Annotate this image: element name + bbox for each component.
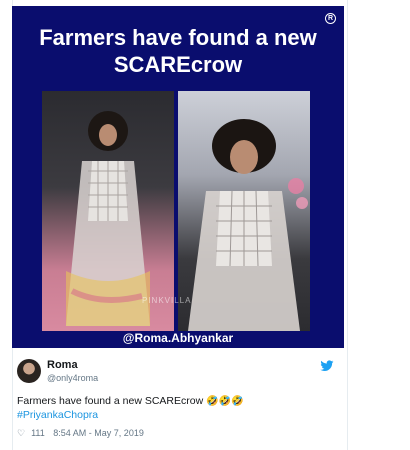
like-count[interactable]: 111 xyxy=(31,428,45,438)
rofl-emoji: 🤣🤣🤣 xyxy=(206,396,244,407)
meme-image[interactable]: R Farmers have found a new SCAREcrow PIN… xyxy=(12,6,344,348)
photo-left xyxy=(42,91,174,331)
tweet-body: Roma @only4roma Farmers have found a new… xyxy=(12,350,344,450)
hashtag-link[interactable]: #PriyankaChopra xyxy=(17,409,98,421)
tweet-meta: ♡ 111 8:54 AM - May 7, 2019 xyxy=(17,428,150,439)
author-name[interactable]: Roma xyxy=(47,359,78,371)
meme-title-line2: SCAREcrow xyxy=(113,52,243,77)
author-handle[interactable]: @only4roma xyxy=(47,373,98,383)
photo-right xyxy=(178,91,310,331)
tweet-text-content: Farmers have found a new SCAREcrow xyxy=(17,395,204,407)
meme-credit: @Roma.Abhyankar xyxy=(122,331,234,345)
watermark: PINKVILLA xyxy=(142,296,192,305)
tweet-text: Farmers have found a new SCAREcrow 🤣🤣🤣 xyxy=(17,395,243,407)
figure-left-illustration xyxy=(66,111,150,326)
timestamp[interactable]: 8:54 AM - May 7, 2019 xyxy=(53,428,144,438)
registered-mark-icon: R xyxy=(325,13,336,24)
heart-icon[interactable]: ♡ xyxy=(17,428,25,438)
avatar[interactable] xyxy=(17,359,41,383)
figure-right-illustration xyxy=(188,119,308,331)
meme-title: Farmers have found a new SCAREcrow xyxy=(12,24,344,78)
twitter-bird-icon[interactable] xyxy=(320,360,334,372)
meme-title-line1: Farmers have found a new xyxy=(39,25,317,50)
